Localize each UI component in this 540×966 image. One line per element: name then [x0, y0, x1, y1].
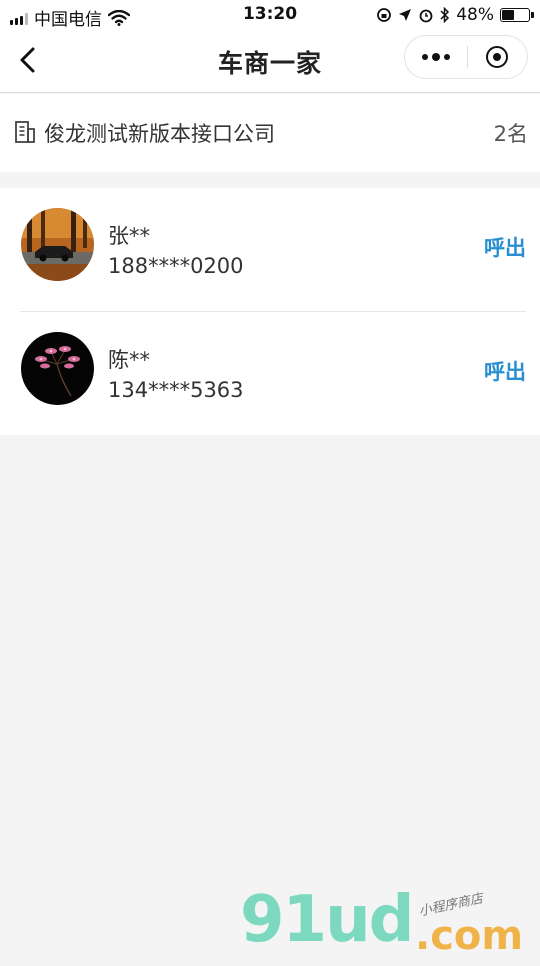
location-icon [399, 9, 412, 21]
close-button[interactable] [467, 36, 527, 78]
call-button[interactable]: 呼出 [484, 356, 526, 386]
alarm-icon [419, 9, 433, 23]
list-item: 陈** 134****5363 呼出 [0, 312, 540, 435]
company-header: 俊龙测试新版本接口公司 2名 [0, 94, 540, 172]
contact-name: 张** [108, 224, 150, 248]
watermark: 91ud .com 小程序商店 [240, 880, 540, 960]
close-target-icon [486, 46, 508, 68]
nav-bar: 车商一家 [0, 30, 540, 93]
building-icon [15, 121, 35, 143]
contact-name: 陈** [108, 348, 150, 372]
lock-rotation-icon [377, 8, 392, 22]
avatar [21, 332, 94, 405]
status-right: 48% [376, 5, 534, 25]
contact-phone: 188****0200 [108, 254, 244, 278]
status-bar: 中国电信 13:20 48% [0, 0, 540, 30]
company-name: 俊龙测试新版本接口公司 [44, 122, 275, 146]
more-icon [422, 54, 428, 60]
list-item: 张** 188****0200 呼出 [0, 188, 540, 312]
contact-list: 张** 188****0200 呼出 陈** 134****5363 呼出 [0, 188, 540, 435]
mini-program-capsule [404, 35, 528, 79]
bluetooth-icon [440, 7, 450, 23]
call-button[interactable]: 呼出 [484, 232, 526, 262]
member-count: 2名 [493, 122, 528, 146]
battery-icon [500, 8, 534, 22]
contact-phone: 134****5363 [108, 378, 244, 402]
watermark-brand: 91ud [240, 883, 414, 957]
more-button[interactable] [405, 36, 467, 78]
avatar [21, 208, 94, 281]
battery-percent: 48% [456, 5, 494, 25]
